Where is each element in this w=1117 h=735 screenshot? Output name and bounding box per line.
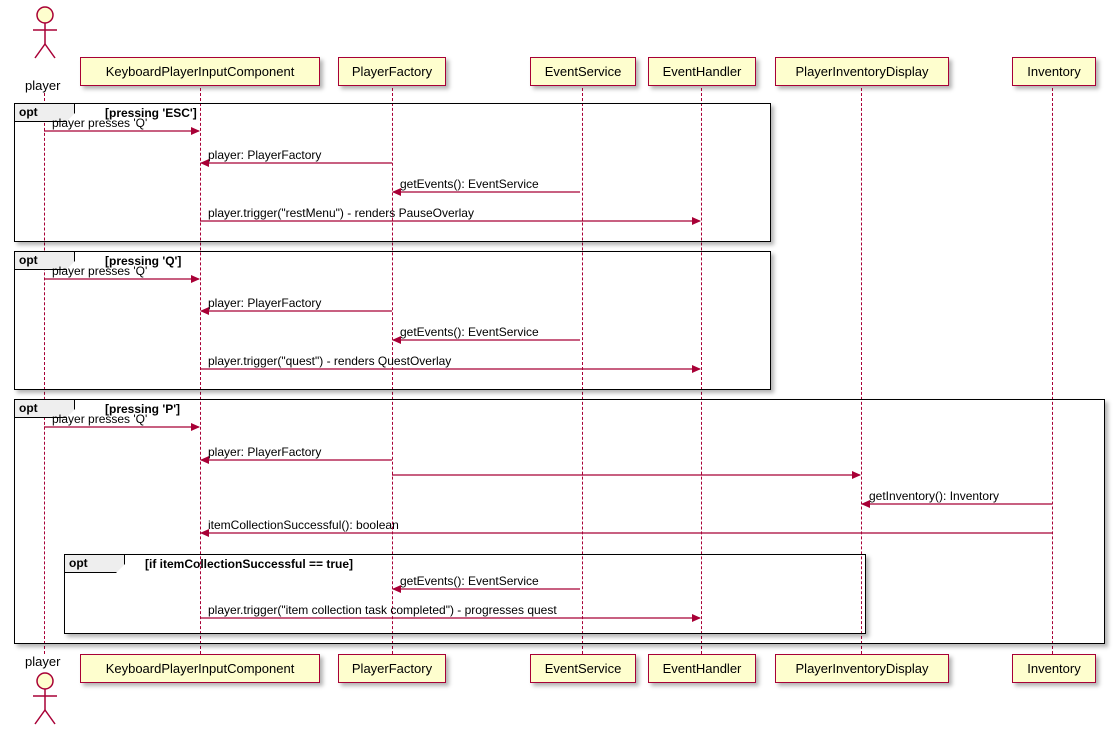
message-text: getEvents(): EventService [400, 574, 539, 588]
message-text: getEvents(): EventService [400, 325, 539, 339]
message-text: player presses 'Q' [52, 116, 147, 130]
message-text: player presses 'Q' [52, 264, 147, 278]
message-text: itemCollectionSuccessful(): boolean [208, 518, 399, 532]
message-text: player.trigger("item collection task com… [208, 603, 557, 617]
message-text: player: PlayerFactory [208, 296, 321, 310]
message-text: player: PlayerFactory [208, 148, 321, 162]
message-text: player: PlayerFactory [208, 445, 321, 459]
message-text: getEvents(): EventService [400, 177, 539, 191]
message-text: player presses 'Q' [52, 412, 147, 426]
message-text: player.trigger("restMenu") - renders Pau… [208, 206, 474, 220]
message-text: player.trigger("quest") - renders QuestO… [208, 354, 451, 368]
arrows-layer [0, 0, 1117, 735]
message-text: getInventory(): Inventory [869, 489, 999, 503]
